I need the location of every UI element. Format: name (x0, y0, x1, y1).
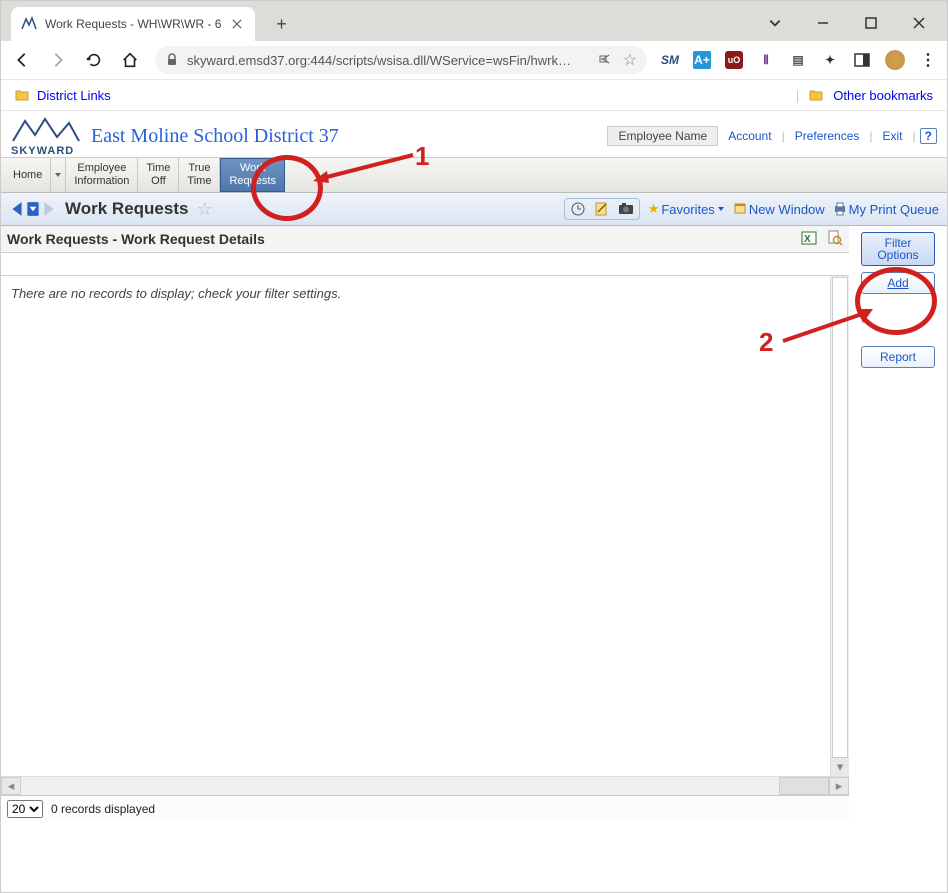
nav-employee-information[interactable]: EmployeeInformation (66, 158, 138, 192)
ext-bars-icon[interactable]: ⦀ (757, 51, 775, 69)
ext-puzzle-icon[interactable]: ✦ (821, 51, 839, 69)
report-button[interactable]: Report (861, 346, 935, 368)
help-button[interactable]: ? (920, 128, 937, 144)
nav-time-off[interactable]: TimeOff (138, 158, 179, 192)
camera-icon[interactable] (617, 200, 635, 218)
grid-title-bar: Work Requests - Work Request Details X (1, 226, 849, 253)
employee-name: Employee Name (607, 126, 718, 146)
page-size-select[interactable]: 20 (7, 800, 43, 818)
new-tab-button[interactable]: + (267, 10, 295, 38)
grid-header-row (1, 253, 849, 276)
url-text: skyward.emsd37.org:444/scripts/wsisa.dll… (187, 53, 591, 68)
home-icon[interactable] (119, 49, 141, 71)
grid-vertical-scrollbar[interactable]: ▾ (830, 276, 849, 776)
chevron-down-icon[interactable] (765, 13, 785, 33)
district-name: East Moline School District 37 (91, 125, 339, 148)
skyward-favicon (21, 16, 37, 32)
close-window-icon[interactable] (909, 13, 929, 33)
user-links: Employee Name Account| Preferences| Exit… (607, 126, 937, 146)
sub-header: Work Requests ☆ ★Favorites New Window My… (1, 193, 947, 226)
grid-title: Work Requests - Work Request Details (7, 231, 265, 247)
reload-icon[interactable] (83, 49, 105, 71)
tab-close-icon[interactable] (229, 16, 245, 32)
nav-back-icon[interactable] (9, 200, 25, 218)
address-bar[interactable]: skyward.emsd37.org:444/scripts/wsisa.dll… (155, 46, 647, 74)
tab-title: Work Requests - WH\WR\WR - 6 (45, 17, 221, 31)
back-icon[interactable] (11, 49, 33, 71)
ext-ublock-icon[interactable]: uO (725, 51, 743, 69)
excel-export-icon[interactable]: X (801, 230, 817, 249)
forward-icon (47, 49, 69, 71)
nav-work-requests[interactable]: WorkRequests (220, 158, 284, 192)
browser-tab[interactable]: Work Requests - WH\WR\WR - 6 (11, 7, 255, 41)
grid-empty-message: There are no records to display; check y… (1, 276, 849, 311)
bookmarks-bar: District Links | Other bookmarks (1, 80, 947, 111)
lock-icon (165, 53, 179, 67)
favorites-link[interactable]: ★Favorites (648, 201, 725, 217)
ext-aplus-icon[interactable]: A+ (693, 51, 711, 69)
clock-icon[interactable] (569, 200, 587, 218)
main-nav: Home EmployeeInformation TimeOff TrueTim… (1, 157, 947, 193)
nav-dropdown-icon[interactable] (25, 200, 41, 218)
star-icon[interactable]: ☆ (623, 50, 637, 70)
record-count: 0 records displayed (51, 802, 155, 816)
content-area: Work Requests - Work Request Details X T… (1, 226, 947, 822)
nav-forward-icon[interactable] (41, 200, 57, 218)
bookmark-district-links[interactable]: District Links (37, 88, 111, 103)
brand-text: SKYWARD (11, 145, 74, 157)
sub-toolbar: ★Favorites New Window My Print Queue (564, 198, 939, 220)
right-panel: Filter Options Add Report (849, 226, 947, 822)
nav-true-time[interactable]: TrueTime (179, 158, 220, 192)
preferences-link[interactable]: Preferences (789, 127, 866, 145)
browser-titlebar: Work Requests - WH\WR\WR - 6 + (1, 1, 947, 41)
new-window-link[interactable]: New Window (733, 202, 825, 217)
grid-body: There are no records to display; check y… (1, 276, 849, 776)
note-edit-icon[interactable] (593, 200, 611, 218)
browser-toolbar: skyward.emsd37.org:444/scripts/wsisa.dll… (1, 41, 947, 80)
page-title: Work Requests (65, 199, 188, 219)
maximize-icon[interactable] (861, 13, 881, 33)
grid-panel: Work Requests - Work Request Details X T… (1, 226, 849, 822)
browser-extensions: SM A+ uO ⦀ ▤ ✦ ⋮ (661, 50, 937, 70)
filter-options-button[interactable]: Filter Options (861, 232, 935, 266)
skyward-logo[interactable]: SKYWARD (11, 115, 81, 157)
scroll-down-icon: ▾ (831, 757, 849, 776)
grid-footer: 20 0 records displayed (1, 795, 849, 822)
print-queue-link[interactable]: My Print Queue (833, 202, 939, 217)
ext-save-icon[interactable]: ▤ (789, 51, 807, 69)
add-button[interactable]: Add (861, 272, 935, 294)
ext-sm-icon[interactable]: SM (661, 51, 679, 69)
scroll-left-icon: ◂ (1, 777, 21, 795)
folder-icon (809, 88, 823, 102)
app-header: SKYWARD East Moline School District 37 E… (1, 111, 947, 157)
scroll-right-icon: ▸ (829, 777, 849, 795)
nav-home-dropdown[interactable] (51, 158, 66, 192)
favorite-star-icon[interactable]: ☆ (196, 199, 212, 220)
share-icon[interactable] (599, 51, 615, 70)
browser-window: Work Requests - WH\WR\WR - 6 + skyward.e… (0, 0, 948, 893)
minimize-icon[interactable] (813, 13, 833, 33)
window-controls (765, 13, 947, 41)
bookmark-other[interactable]: Other bookmarks (833, 88, 933, 103)
browser-menu-icon[interactable]: ⋮ (919, 51, 937, 69)
account-link[interactable]: Account (722, 127, 777, 145)
grid-horizontal-scrollbar[interactable]: ◂ ▸ (1, 776, 849, 795)
profile-avatar-icon[interactable] (885, 50, 905, 70)
nav-home[interactable]: Home (5, 158, 51, 192)
exit-link[interactable]: Exit (877, 127, 909, 145)
ext-panel-icon[interactable] (853, 51, 871, 69)
doc-magnify-icon[interactable] (827, 230, 843, 249)
svg-text:X: X (804, 234, 811, 245)
folder-icon (15, 88, 29, 102)
